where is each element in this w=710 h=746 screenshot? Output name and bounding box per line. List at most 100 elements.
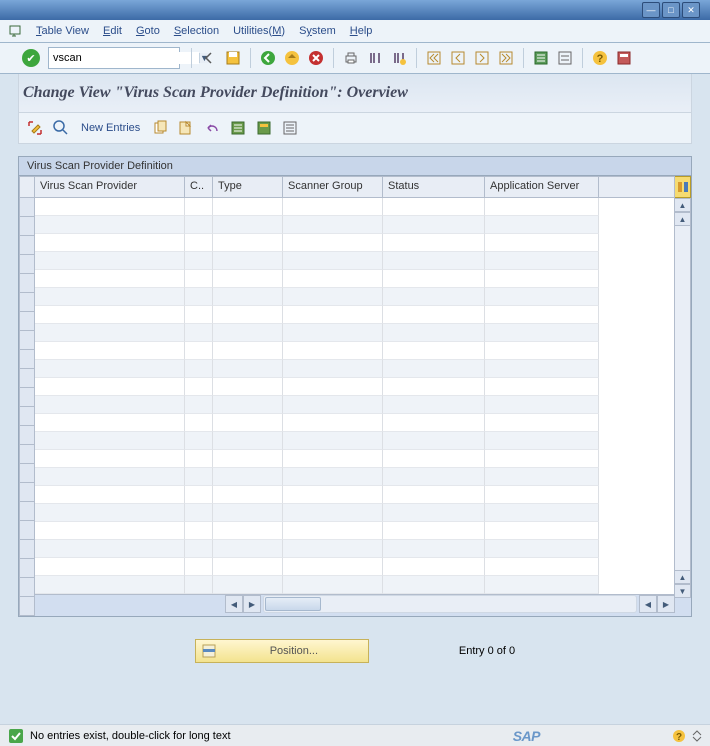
table-cell[interactable] <box>185 558 213 576</box>
help-icon[interactable]: ? <box>590 48 610 68</box>
scroll-down-icon[interactable]: ▲ <box>675 570 691 584</box>
column-app-server[interactable]: Application Server <box>485 177 599 197</box>
scroll-down-icon-2[interactable]: ▼ <box>675 584 691 598</box>
table-cell[interactable] <box>383 504 485 522</box>
table-cell[interactable] <box>485 198 599 216</box>
table-cell[interactable] <box>213 324 283 342</box>
table-cell[interactable] <box>283 576 383 594</box>
menu-table-view[interactable]: Table View <box>36 25 89 37</box>
table-cell[interactable] <box>185 270 213 288</box>
column-scanner-group[interactable]: Scanner Group <box>283 177 383 197</box>
first-page-icon[interactable] <box>424 48 444 68</box>
table-row[interactable] <box>35 396 674 414</box>
table-cell[interactable] <box>283 450 383 468</box>
table-cell[interactable] <box>283 522 383 540</box>
row-selector[interactable] <box>19 388 35 407</box>
table-row[interactable] <box>35 522 674 540</box>
change-icon[interactable] <box>25 118 45 138</box>
table-cell[interactable] <box>35 486 185 504</box>
position-button[interactable]: Position... <box>195 639 369 663</box>
table-cell[interactable] <box>35 342 185 360</box>
table-row[interactable] <box>35 198 674 216</box>
restore-button[interactable]: □ <box>662 2 680 18</box>
row-selector[interactable] <box>19 407 35 426</box>
table-cell[interactable] <box>213 396 283 414</box>
table-cell[interactable] <box>383 540 485 558</box>
table-cell[interactable] <box>283 396 383 414</box>
table-cell[interactable] <box>283 306 383 324</box>
column-type[interactable]: Type <box>213 177 283 197</box>
table-row[interactable] <box>35 558 674 576</box>
table-cell[interactable] <box>283 432 383 450</box>
table-cell[interactable] <box>213 540 283 558</box>
menu-utilities[interactable]: Utilities(M) <box>233 25 285 37</box>
row-selector[interactable] <box>19 540 35 559</box>
table-row[interactable] <box>35 306 674 324</box>
row-selector[interactable] <box>19 521 35 540</box>
table-cell[interactable] <box>213 270 283 288</box>
table-cell[interactable] <box>185 288 213 306</box>
table-cell[interactable] <box>485 306 599 324</box>
row-selector[interactable] <box>19 274 35 293</box>
configure-columns-icon[interactable] <box>675 176 691 198</box>
table-cell[interactable] <box>35 504 185 522</box>
table-cell[interactable] <box>283 270 383 288</box>
table-cell[interactable] <box>185 360 213 378</box>
table-cell[interactable] <box>35 198 185 216</box>
column-provider[interactable]: Virus Scan Provider <box>35 177 185 197</box>
table-cell[interactable] <box>185 540 213 558</box>
row-selector[interactable] <box>19 559 35 578</box>
table-cell[interactable] <box>485 342 599 360</box>
row-selector[interactable] <box>19 502 35 521</box>
table-cell[interactable] <box>185 234 213 252</box>
menu-system-icon[interactable] <box>8 24 22 38</box>
table-cell[interactable] <box>213 378 283 396</box>
table-cell[interactable] <box>185 216 213 234</box>
table-cell[interactable] <box>185 414 213 432</box>
row-selector[interactable] <box>19 426 35 445</box>
table-row[interactable] <box>35 576 674 594</box>
table-row[interactable] <box>35 540 674 558</box>
scroll-left-icon[interactable]: ◀ <box>225 595 243 613</box>
row-selector[interactable] <box>19 369 35 388</box>
row-selector[interactable] <box>19 331 35 350</box>
table-row[interactable] <box>35 252 674 270</box>
table-cell[interactable] <box>213 432 283 450</box>
row-selector[interactable] <box>19 236 35 255</box>
table-cell[interactable] <box>485 234 599 252</box>
table-cell[interactable] <box>185 486 213 504</box>
new-entries-link[interactable]: New Entries <box>81 122 140 134</box>
table-cell[interactable] <box>35 432 185 450</box>
shortcut-icon[interactable] <box>555 48 575 68</box>
table-cell[interactable] <box>485 540 599 558</box>
table-cell[interactable] <box>213 306 283 324</box>
table-cell[interactable] <box>213 360 283 378</box>
table-cell[interactable] <box>485 414 599 432</box>
table-row[interactable] <box>35 468 674 486</box>
table-row[interactable] <box>35 342 674 360</box>
back-green-icon[interactable] <box>258 48 278 68</box>
table-cell[interactable] <box>213 468 283 486</box>
back-icon[interactable] <box>199 48 219 68</box>
table-cell[interactable] <box>383 414 485 432</box>
table-cell[interactable] <box>283 360 383 378</box>
table-cell[interactable] <box>35 522 185 540</box>
deselect-all-icon[interactable] <box>280 118 300 138</box>
row-selector[interactable] <box>19 255 35 274</box>
table-cell[interactable] <box>283 324 383 342</box>
table-cell[interactable] <box>35 324 185 342</box>
table-cell[interactable] <box>185 504 213 522</box>
row-selector[interactable] <box>19 464 35 483</box>
scroll-right-icon[interactable]: ▶ <box>243 595 261 613</box>
table-cell[interactable] <box>383 216 485 234</box>
table-cell[interactable] <box>213 234 283 252</box>
table-cell[interactable] <box>35 378 185 396</box>
table-cell[interactable] <box>485 270 599 288</box>
table-cell[interactable] <box>35 234 185 252</box>
table-cell[interactable] <box>485 252 599 270</box>
table-cell[interactable] <box>185 468 213 486</box>
enter-icon[interactable]: ✔ <box>22 49 40 67</box>
table-cell[interactable] <box>185 198 213 216</box>
menu-goto[interactable]: Goto <box>136 25 160 37</box>
table-cell[interactable] <box>283 378 383 396</box>
